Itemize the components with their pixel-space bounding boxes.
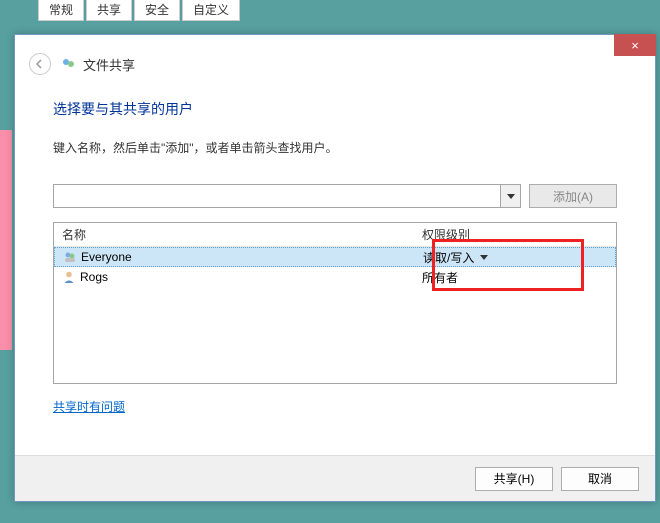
close-button[interactable]: × <box>614 34 656 56</box>
tab-custom[interactable]: 自定义 <box>182 0 240 21</box>
tab-security[interactable]: 安全 <box>134 0 180 21</box>
row-permission-text: 所有者 <box>422 269 458 286</box>
dialog-content: 选择要与其共享的用户 键入名称，然后单击"添加"，或者单击箭头查找用户。 添加(… <box>15 85 655 415</box>
row-name-text: Everyone <box>81 250 132 264</box>
tab-share[interactable]: 共享 <box>86 0 132 21</box>
list-row[interactable]: Rogs 所有者 <box>54 267 616 287</box>
arrow-left-icon <box>34 58 46 70</box>
dialog-header: 文件共享 <box>15 35 655 85</box>
user-list: 名称 权限级别 Everyone 读取/写入 <box>53 222 617 384</box>
row-name-cell: Everyone <box>55 250 415 264</box>
back-button[interactable] <box>29 53 51 75</box>
user-icon <box>62 270 76 284</box>
main-heading: 选择要与其共享的用户 <box>53 99 617 119</box>
row-permission-cell[interactable]: 读取/写入 <box>415 249 615 266</box>
user-input[interactable] <box>54 185 500 207</box>
background-tabs: 常规 共享 安全 自定义 <box>38 0 240 21</box>
dialog-footer: 共享(H) 取消 <box>15 455 655 501</box>
share-icon <box>61 56 77 72</box>
cancel-button[interactable]: 取消 <box>561 467 639 491</box>
list-row[interactable]: Everyone 读取/写入 <box>54 247 616 267</box>
row-name-text: Rogs <box>80 270 108 284</box>
add-button[interactable]: 添加(A) <box>529 184 617 208</box>
row-permission-text: 读取/写入 <box>423 249 474 266</box>
dialog-title: 文件共享 <box>83 55 135 74</box>
help-link[interactable]: 共享时有问题 <box>53 398 125 415</box>
column-permission[interactable]: 权限级别 <box>414 223 616 246</box>
decor-pink-bar <box>0 130 12 350</box>
row-permission-cell: 所有者 <box>414 269 616 286</box>
tab-general[interactable]: 常规 <box>38 0 84 21</box>
combo-dropdown-button[interactable] <box>500 185 520 207</box>
user-input-row: 添加(A) <box>53 184 617 208</box>
file-sharing-dialog: × 文件共享 选择要与其共享的用户 键入名称，然后单击"添加"，或者单击箭头查找… <box>14 34 656 502</box>
column-name[interactable]: 名称 <box>54 223 414 246</box>
dialog-title-wrap: 文件共享 <box>61 55 135 74</box>
list-header: 名称 权限级别 <box>54 223 616 247</box>
instruction-text: 键入名称，然后单击"添加"，或者单击箭头查找用户。 <box>53 139 617 156</box>
share-button[interactable]: 共享(H) <box>475 467 553 491</box>
close-icon: × <box>631 38 639 53</box>
user-combobox[interactable] <box>53 184 521 208</box>
row-name-cell: Rogs <box>54 270 414 284</box>
chevron-down-icon <box>480 255 488 260</box>
chevron-down-icon <box>507 194 515 199</box>
group-icon <box>63 250 77 264</box>
